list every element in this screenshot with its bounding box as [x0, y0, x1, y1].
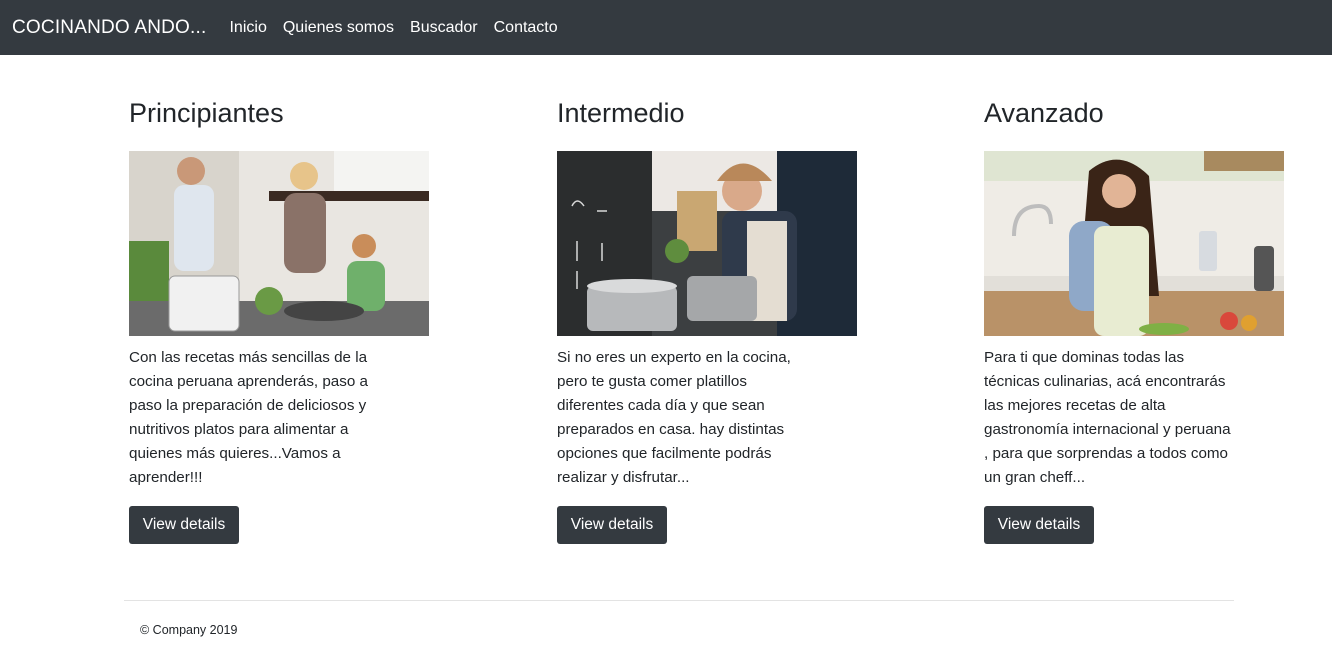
navbar: COCINANDO ANDO... Inicio Quienes somos B… — [0, 0, 1332, 55]
column-title: Avanzado — [984, 98, 1104, 128]
brand-logo-text[interactable]: COCINANDO ANDO... — [12, 17, 206, 39]
column-intermedio: Intermedio Si no eres un experto en la c… — [557, 96, 857, 544]
view-details-button[interactable]: View details — [557, 506, 667, 544]
column-title: Intermedio — [557, 98, 685, 128]
footer-divider — [124, 600, 1234, 601]
footer-copyright: © Company 2019 — [140, 623, 238, 637]
woman-chopping-vegetables-photo — [984, 151, 1284, 336]
woman-cooking-chalkboard-photo — [557, 151, 857, 336]
column-principiantes: Principiantes Con las recetas más sencil… — [129, 96, 429, 544]
nav-link-buscador[interactable]: Buscador — [410, 19, 478, 37]
nav-link-quienes-somos[interactable]: Quienes somos — [283, 19, 394, 37]
view-details-button[interactable]: View details — [984, 506, 1094, 544]
view-details-button[interactable]: View details — [129, 506, 239, 544]
column-avanzado: Avanzado Para ti que dominas todas las t… — [984, 96, 1284, 544]
nav-link-contacto[interactable]: Contacto — [494, 19, 558, 37]
column-title: Principiantes — [129, 98, 284, 128]
column-description: Con las recetas más sencillas de la coci… — [129, 349, 368, 486]
column-description: Si no eres un experto en la cocina, pero… — [557, 349, 791, 486]
nav-link-inicio[interactable]: Inicio — [229, 19, 266, 37]
column-description: Para ti que dominas todas las técnicas c… — [984, 349, 1231, 486]
family-cooking-photo — [129, 151, 429, 336]
